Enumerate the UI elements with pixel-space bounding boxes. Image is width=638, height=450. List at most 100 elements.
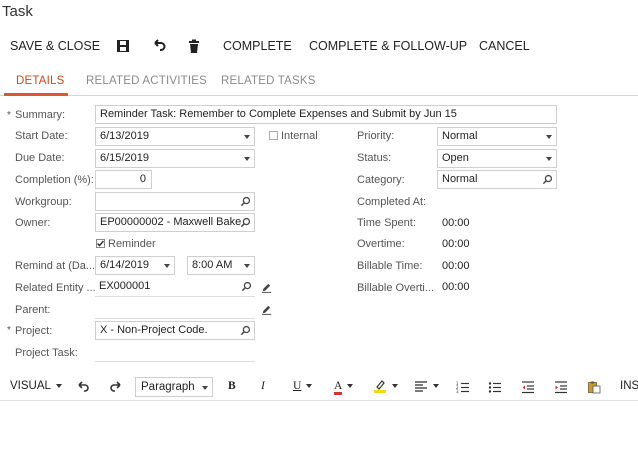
chevron-down-icon: [392, 384, 398, 388]
complete-followup-button[interactable]: COMPLETE & FOLLOW-UP: [309, 36, 467, 56]
edit-icon[interactable]: [261, 304, 272, 315]
start-date-label: Start Date:: [15, 130, 68, 142]
category-value: Normal: [442, 173, 478, 185]
search-icon[interactable]: [240, 196, 251, 207]
chevron-down-icon[interactable]: [244, 157, 250, 161]
search-icon[interactable]: [241, 281, 252, 292]
start-date-input[interactable]: 6/13/2019: [95, 127, 255, 146]
category-label: Category:: [357, 174, 405, 186]
owner-value: EP00000002 - Maxwell Bake: [100, 216, 242, 228]
tab-details[interactable]: DETAILS: [16, 75, 64, 87]
workgroup-input[interactable]: [95, 192, 255, 211]
remind-at-label: Remind at (Da...: [15, 260, 95, 272]
chevron-down-icon[interactable]: [244, 135, 250, 139]
owner-input[interactable]: EP00000002 - Maxwell Bake: [95, 213, 255, 232]
remind-date-input[interactable]: 6/14/2019: [95, 256, 175, 275]
editor-toolbar: VISUAL Paragraph B I U A 123 INS: [0, 375, 638, 401]
summary-label: Summary:: [15, 109, 66, 121]
search-icon[interactable]: [542, 174, 553, 185]
overtime-label: Overtime:: [357, 238, 405, 250]
billable-time-label: Billable Time:: [357, 260, 423, 272]
paste-icon[interactable]: [587, 380, 601, 394]
remind-time-input[interactable]: 8:00 AM: [187, 256, 255, 275]
summary-input[interactable]: Reminder Task: Remember to Complete Expe…: [95, 105, 557, 124]
svg-text:3: 3: [456, 389, 459, 394]
time-spent-value: 00:00: [442, 217, 470, 229]
priority-label: Priority:: [357, 130, 395, 142]
priority-value: Normal: [442, 130, 478, 142]
underline-glyph: U: [293, 380, 302, 392]
time-spent-label: Time Spent:: [357, 217, 416, 229]
search-icon[interactable]: [240, 217, 251, 228]
indent-icon[interactable]: [554, 380, 568, 394]
internal-checkbox[interactable]: [269, 131, 278, 140]
priority-select[interactable]: Normal: [437, 127, 557, 146]
cancel-button[interactable]: CANCEL: [479, 36, 530, 56]
tab-related-tasks[interactable]: RELATED TASKS: [221, 75, 316, 87]
chevron-down-icon[interactable]: [546, 135, 552, 139]
due-date-input[interactable]: 6/15/2019: [95, 149, 255, 168]
required-marker: *: [7, 110, 11, 121]
visual-mode-button[interactable]: VISUAL: [10, 379, 62, 393]
undo-icon[interactable]: [151, 38, 167, 54]
status-label: Status:: [357, 152, 392, 164]
paragraph-format-select[interactable]: Paragraph: [135, 377, 213, 397]
status-value: Open: [442, 152, 469, 164]
highlight-button[interactable]: [373, 379, 398, 393]
required-marker: *: [7, 325, 11, 336]
chevron-down-icon[interactable]: [244, 264, 250, 268]
related-entity-label: Related Entity ...: [15, 282, 95, 294]
reminder-checkbox[interactable]: [96, 239, 105, 248]
visual-mode-label: VISUAL: [10, 380, 51, 392]
owner-label: Owner:: [15, 217, 51, 229]
completed-at-label: Completed At:: [357, 196, 427, 208]
bold-button[interactable]: B: [228, 379, 236, 393]
category-input[interactable]: Normal: [437, 170, 557, 189]
chevron-down-icon[interactable]: [546, 157, 552, 161]
tab-related-activities[interactable]: RELATED ACTIVITIES: [86, 75, 207, 87]
delete-icon[interactable]: [186, 38, 202, 54]
chevron-down-icon: [202, 386, 208, 390]
bullet-list-icon[interactable]: [488, 380, 502, 394]
related-entity-value: EX000001: [99, 280, 151, 292]
project-value: X - Non-Project Code.: [100, 324, 208, 336]
chevron-down-icon: [306, 383, 313, 388]
chevron-down-icon: [433, 384, 439, 388]
font-color-button[interactable]: A: [334, 379, 354, 395]
edit-icon[interactable]: [261, 282, 272, 293]
align-button[interactable]: [414, 379, 439, 393]
page-title: Task: [2, 3, 33, 20]
parent-input[interactable]: [95, 300, 255, 319]
completion-input[interactable]: 0: [95, 170, 152, 189]
completion-label: Completion (%):: [15, 174, 94, 186]
start-date-value: 6/13/2019: [100, 130, 149, 142]
redo-icon[interactable]: [109, 380, 123, 394]
reminder-label: Reminder: [108, 238, 156, 250]
chevron-down-icon[interactable]: [164, 264, 170, 268]
numbered-list-icon[interactable]: 123: [456, 380, 470, 394]
font-color-glyph: A: [334, 380, 343, 395]
active-tab-indicator: [4, 93, 68, 96]
underline-button[interactable]: U: [293, 379, 313, 393]
insert-menu-button[interactable]: INS: [620, 379, 638, 393]
due-date-label: Due Date:: [15, 152, 65, 164]
billable-time-value: 00:00: [442, 260, 470, 272]
project-task-input[interactable]: [95, 343, 255, 362]
status-select[interactable]: Open: [437, 149, 557, 168]
toolbar: SAVE & CLOSE COMPLETE COMPLETE & FOLLOW-…: [0, 36, 638, 56]
project-input[interactable]: X - Non-Project Code.: [95, 321, 255, 340]
italic-button[interactable]: I: [261, 379, 265, 393]
chevron-down-icon: [55, 383, 62, 388]
due-date-value: 6/15/2019: [100, 152, 149, 164]
search-icon[interactable]: [240, 325, 251, 336]
editor-content-area[interactable]: [0, 402, 638, 450]
save-icon[interactable]: [115, 38, 131, 54]
remind-date-value: 6/14/2019: [100, 259, 149, 271]
related-entity-input[interactable]: EX000001: [95, 278, 255, 297]
align-left-icon: [415, 381, 427, 392]
undo-icon[interactable]: [76, 380, 90, 394]
billable-overtime-value: 00:00: [442, 281, 470, 293]
save-close-button[interactable]: SAVE & CLOSE: [10, 36, 100, 56]
outdent-icon[interactable]: [521, 380, 535, 394]
complete-button[interactable]: COMPLETE: [223, 36, 292, 56]
